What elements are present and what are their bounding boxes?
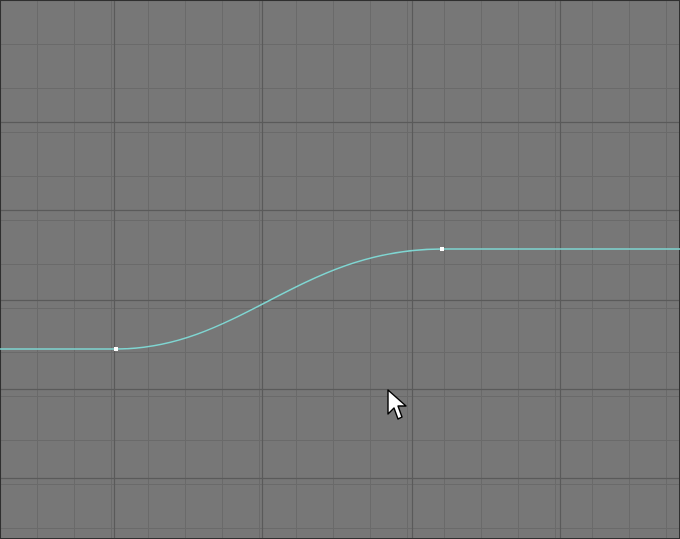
- keyframe-point[interactable]: [440, 247, 444, 251]
- graph-editor-viewport[interactable]: [0, 0, 680, 539]
- graph-editor-canvas[interactable]: [0, 0, 680, 539]
- graph-background: [0, 0, 680, 539]
- keyframe-point[interactable]: [114, 347, 118, 351]
